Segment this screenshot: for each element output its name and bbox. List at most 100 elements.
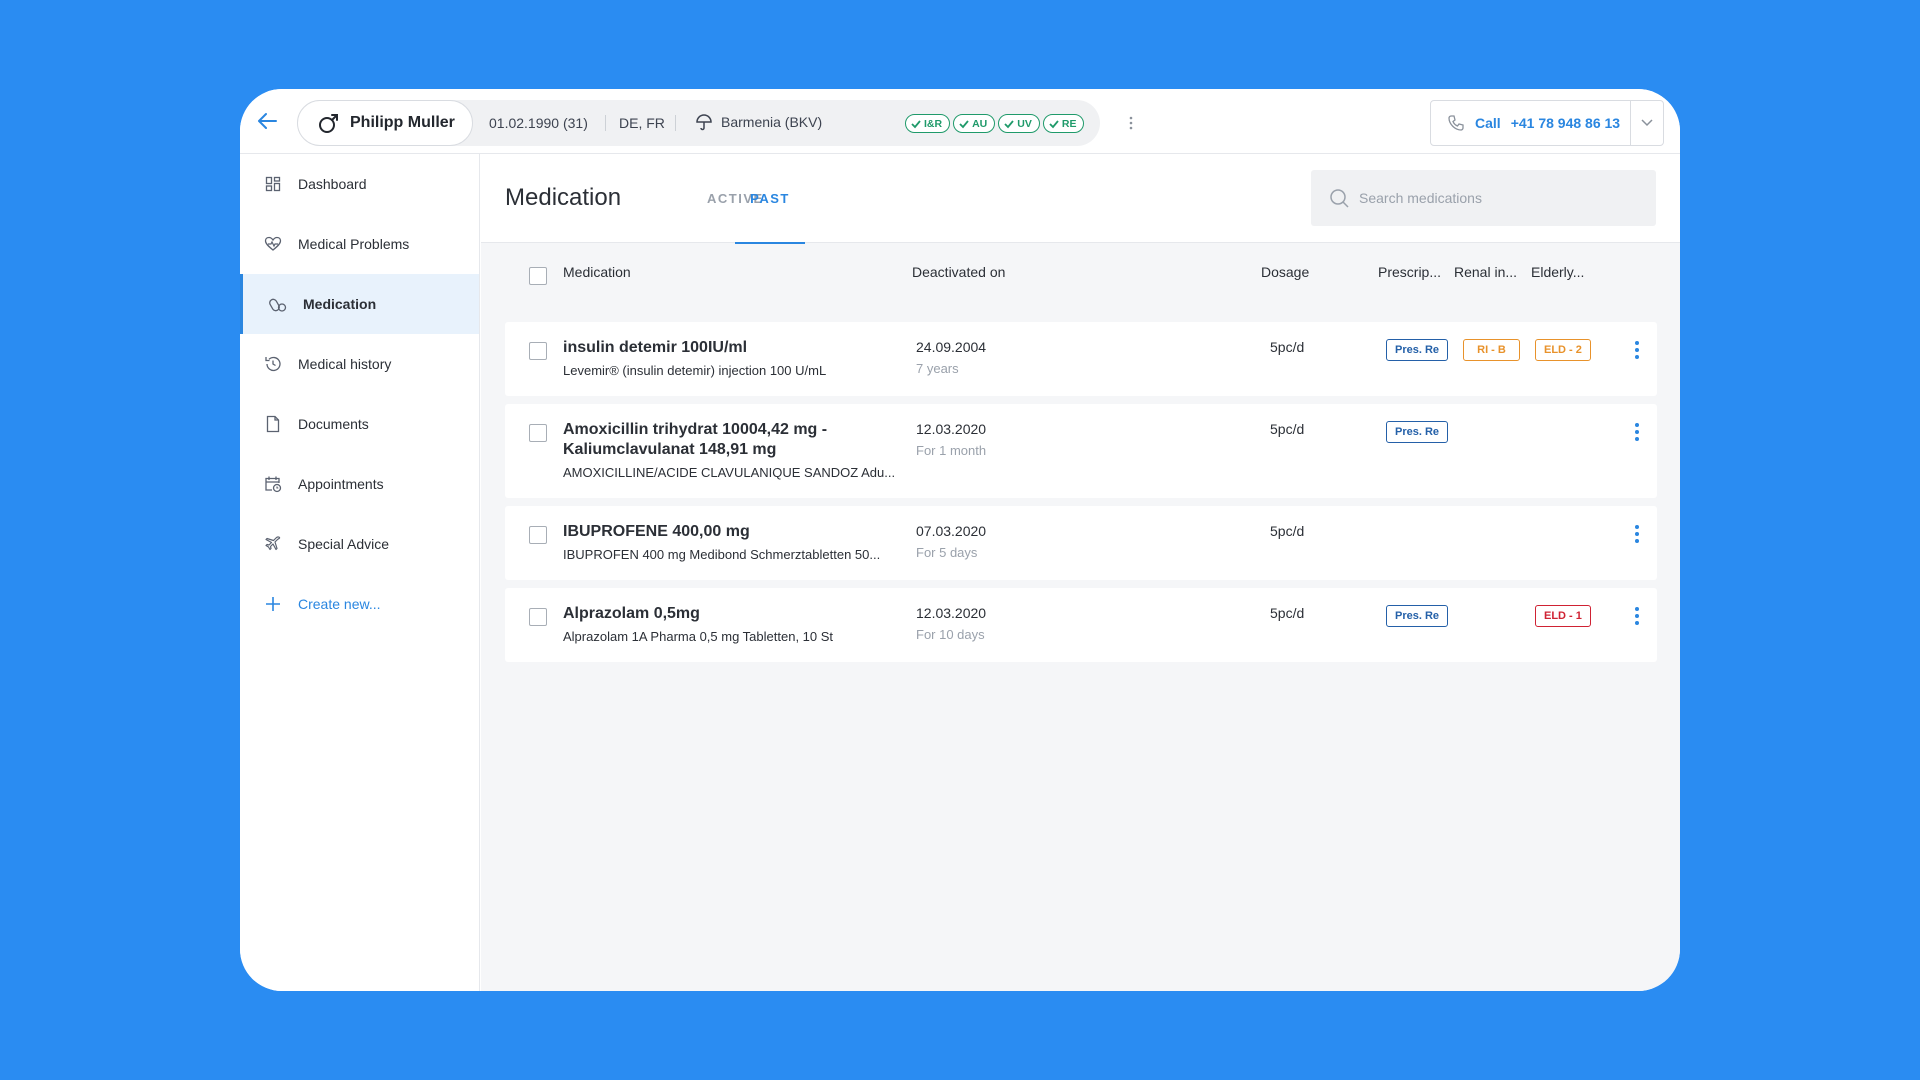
elderly-tag: ELD - 2	[1535, 339, 1591, 361]
call-button-group: Call +41 78 948 86 13	[1430, 100, 1664, 146]
column-header-medication[interactable]: Medication	[563, 264, 631, 280]
back-button[interactable]	[252, 106, 282, 136]
table-row[interactable]: insulin detemir 100IU/ml Levemir® (insul…	[505, 322, 1657, 396]
sidebar-item-label: Appointments	[298, 476, 384, 492]
badge-label: RE	[1061, 117, 1077, 130]
medication-name: Amoxicillin trihydrat 10004,42 mg - Kali…	[563, 421, 828, 458]
history-clock-icon	[264, 355, 282, 373]
sidebar-item-medication[interactable]: Medication	[240, 274, 479, 334]
row-menu-button[interactable]	[1627, 604, 1647, 628]
badge-label: I&R	[924, 117, 943, 130]
sidebar-item-medical-history[interactable]: Medical history	[240, 334, 479, 394]
table-row[interactable]: IBUPROFENE 400,00 mg IBUPROFEN 400 mg Me…	[505, 506, 1657, 580]
sidebar-item-special-advice[interactable]: Special Advice	[240, 514, 479, 574]
sidebar: Dashboard Medical Problems Medication Me…	[240, 154, 480, 991]
divider	[675, 115, 676, 131]
plane-icon	[264, 535, 282, 553]
search-input[interactable]	[1359, 190, 1639, 206]
medication-name: IBUPROFENE 400,00 mg	[563, 523, 750, 540]
medication-name: Alprazolam 0,5mg	[563, 605, 700, 622]
row-checkbox[interactable]	[529, 424, 547, 442]
chevron-down-icon	[1641, 119, 1653, 127]
patient-name-pill[interactable]: Philipp Muller	[297, 100, 473, 146]
status-badge: RE	[1042, 114, 1085, 133]
sidebar-item-dashboard[interactable]: Dashboard	[240, 154, 479, 214]
male-gender-icon	[319, 114, 338, 133]
page-title: Medication	[505, 184, 622, 211]
column-header-dosage[interactable]: Dosage	[1261, 264, 1309, 280]
deactivated-date: 12.03.2020	[916, 421, 987, 437]
create-new-label: Create new...	[298, 596, 381, 612]
prescription-tag: Pres. Re	[1386, 421, 1449, 443]
dosage: 5pc/d	[1270, 339, 1305, 355]
call-dropdown-button[interactable]	[1630, 101, 1663, 145]
row-menu-button[interactable]	[1627, 522, 1647, 546]
create-new-button[interactable]: Create new...	[240, 574, 479, 634]
column-header-deactivated[interactable]: Deactivated on	[912, 264, 1005, 280]
duration: For 10 days	[916, 627, 985, 642]
row-checkbox[interactable]	[529, 526, 547, 544]
insurance-label: Barmenia (BKV)	[721, 114, 823, 130]
sidebar-item-label: Documents	[298, 416, 369, 432]
call-button[interactable]: Call +41 78 948 86 13	[1431, 101, 1630, 145]
patient-dob: 01.02.1990 (31)	[489, 115, 588, 131]
sidebar-item-medical-problems[interactable]: Medical Problems	[240, 214, 479, 274]
sidebar-item-label: Medical Problems	[298, 236, 410, 252]
status-badges: I&R AU UV RE	[905, 114, 1085, 133]
status-badge: I&R	[905, 114, 951, 133]
renal-tag: RI - B	[1463, 339, 1520, 361]
arrow-left-icon	[258, 113, 277, 129]
deactivated-date: 12.03.2020	[916, 605, 987, 621]
status-badge: UV	[998, 114, 1040, 133]
search-icon	[1330, 189, 1349, 208]
umbrella-icon	[696, 114, 712, 131]
medication-description: IBUPROFEN 400 mg Medibond Schmerztablett…	[563, 547, 881, 562]
divider	[605, 115, 606, 131]
patient-name: Philipp Muller	[350, 114, 455, 131]
call-label: Call	[1475, 115, 1501, 131]
more-options-button[interactable]	[1123, 113, 1139, 133]
select-all-checkbox[interactable]	[529, 267, 547, 285]
column-header-prescription[interactable]: Prescrip...	[1378, 264, 1441, 280]
row-checkbox[interactable]	[529, 608, 547, 626]
table-row[interactable]: Alprazolam 0,5mg Alprazolam 1A Pharma 0,…	[505, 588, 1657, 662]
tab-underline	[735, 242, 805, 244]
app-window: Philipp Muller 01.02.1990 (31) DE, FR Ba…	[240, 89, 1680, 991]
dashboard-icon	[264, 175, 282, 193]
plus-icon	[264, 595, 282, 613]
column-header-renal[interactable]: Renal in...	[1454, 264, 1517, 280]
medication-name: insulin detemir 100IU/ml	[563, 339, 748, 356]
medication-description: AMOXICILLINE/ACIDE CLAVULANIQUE SANDOZ A…	[563, 465, 896, 480]
patient-info-strip: Philipp Muller 01.02.1990 (31) DE, FR Ba…	[297, 100, 1133, 146]
medication-description: Levemir® (insulin detemir) injection 100…	[563, 363, 827, 378]
check-icon	[1049, 119, 1059, 128]
sidebar-item-appointments[interactable]: Appointments	[240, 454, 479, 514]
badge-label: UV	[1017, 117, 1032, 130]
heart-pulse-icon	[264, 235, 282, 253]
patient-insurance: Barmenia (BKV)	[695, 113, 822, 131]
prescription-tag: Pres. Re	[1386, 605, 1449, 627]
row-menu-button[interactable]	[1627, 420, 1647, 444]
badge-label: AU	[972, 117, 988, 130]
row-checkbox[interactable]	[529, 342, 547, 360]
check-icon	[1004, 119, 1014, 128]
sidebar-item-documents[interactable]: Documents	[240, 394, 479, 454]
calendar-clock-icon	[264, 475, 282, 493]
content-header: Medication ACTIVE PAST	[481, 154, 1680, 244]
duration: For 1 month	[916, 443, 987, 458]
pills-icon	[269, 295, 287, 313]
table-row[interactable]: Amoxicillin trihydrat 10004,42 mg - Kali…	[505, 404, 1657, 498]
dosage: 5pc/d	[1270, 523, 1305, 539]
column-header-elderly[interactable]: Elderly...	[1531, 264, 1584, 280]
patient-languages: DE, FR	[619, 115, 665, 131]
duration: For 5 days	[916, 545, 978, 560]
medication-description: Alprazolam 1A Pharma 0,5 mg Tabletten, 1…	[563, 629, 834, 644]
dosage: 5pc/d	[1270, 605, 1305, 621]
top-bar: Philipp Muller 01.02.1990 (31) DE, FR Ba…	[240, 89, 1680, 154]
document-icon	[264, 415, 282, 433]
row-menu-button[interactable]	[1627, 338, 1647, 362]
call-number: +41 78 948 86 13	[1510, 115, 1621, 131]
more-vertical-icon	[1129, 116, 1133, 130]
tab-label: PAST	[750, 191, 790, 206]
tab-past[interactable]: PAST	[735, 154, 805, 244]
